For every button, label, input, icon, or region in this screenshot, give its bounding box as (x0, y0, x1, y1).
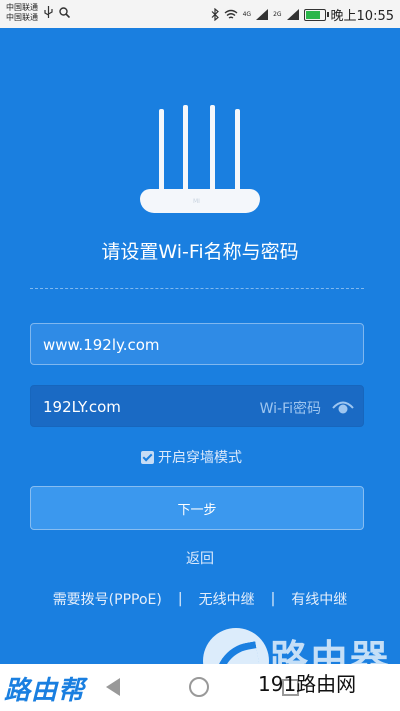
wifi-password-placeholder: Wi-Fi密码 (259, 401, 321, 417)
wifi-name-input[interactable]: www.192ly.com (30, 323, 364, 365)
link-separator: | (177, 591, 183, 607)
wall-mode-toggle[interactable]: 开启穿墙模式 (141, 447, 242, 467)
wifi-icon (224, 9, 238, 19)
carrier-name-1: 中国联通 (6, 3, 38, 12)
router-antenna (210, 105, 215, 191)
signal-icon-1 (256, 9, 269, 20)
router-illustration: MI (140, 105, 260, 213)
carrier-info: 中国联通 中国联通 (6, 3, 38, 23)
network-type-2: 2G (273, 11, 282, 18)
show-password-eye-icon[interactable] (331, 398, 355, 416)
back-link[interactable]: 返回 (0, 548, 400, 568)
network-type-1: 4G (242, 11, 252, 18)
next-button[interactable]: 下一步 (30, 486, 364, 530)
router-antenna (235, 109, 240, 191)
connection-mode-links: 需要拨号(PPPoE) | 无线中继 | 有线中继 (0, 589, 400, 609)
wifi-password-input[interactable]: 192LY.com Wi-Fi密码 (30, 385, 364, 427)
dashed-divider (30, 288, 364, 289)
pppoe-link[interactable]: 需要拨号(PPPoE) (53, 589, 162, 609)
battery-icon (303, 8, 329, 21)
watermark-right: 191路由网 (258, 672, 357, 696)
signal-icon-2 (286, 9, 299, 20)
router-antenna (159, 109, 164, 191)
status-icons-right: 4G 2G 晚上10:55 (211, 5, 394, 24)
link-separator: | (270, 591, 276, 607)
usb-icon (44, 6, 53, 18)
wired-relay-link[interactable]: 有线中继 (291, 589, 347, 609)
nav-back-icon[interactable] (106, 678, 120, 696)
status-bar: 中国联通 中国联通 4G 2G 晚上10:55 (0, 0, 400, 28)
status-icons-left (44, 6, 70, 18)
search-icon (59, 6, 70, 18)
wall-mode-checkbox[interactable] (141, 450, 154, 464)
wifi-name-value: www.192ly.com (43, 336, 160, 354)
router-antenna (183, 105, 188, 191)
wifi-setup-screen: 中国联通 中国联通 4G 2G 晚上10:55 MI 请设置Wi-Fi名称与密码 (0, 0, 400, 711)
bluetooth-icon (211, 8, 219, 21)
wifi-password-value: 192LY.com (43, 398, 121, 416)
clock: 晚上10:55 (330, 9, 394, 24)
wireless-relay-link[interactable]: 无线中继 (199, 589, 255, 609)
router-body: MI (140, 189, 260, 213)
nav-home-icon[interactable] (189, 677, 209, 697)
carrier-name-2: 中国联通 (6, 13, 38, 22)
page-title: 请设置Wi-Fi名称与密码 (101, 241, 299, 263)
watermark-left: 路由帮 (4, 676, 86, 706)
wall-mode-label: 开启穿墙模式 (158, 450, 242, 466)
router-logo: MI (193, 198, 200, 205)
